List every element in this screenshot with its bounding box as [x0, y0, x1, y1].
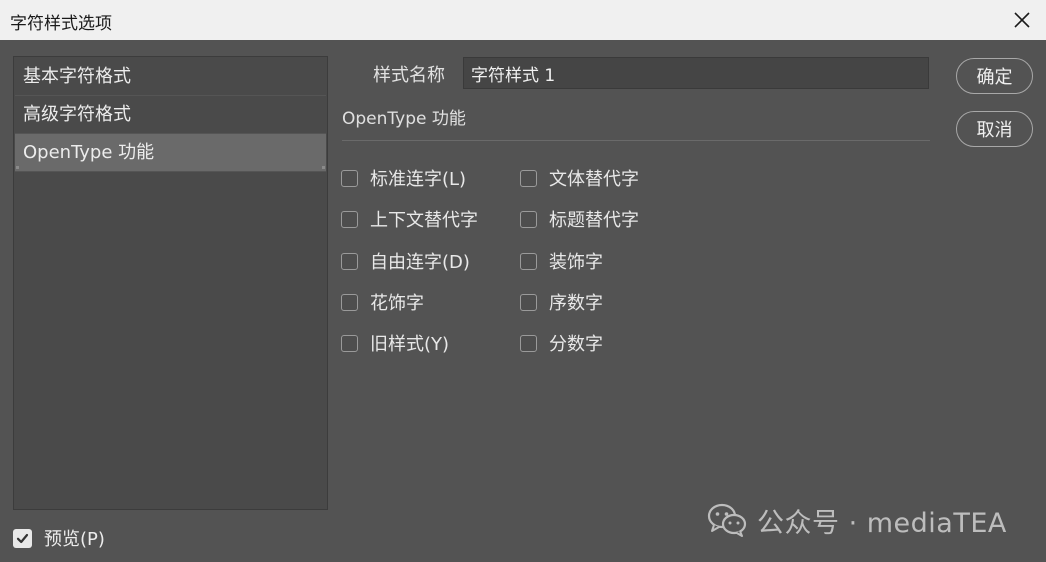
sidebar-item-label: 高级字符格式	[23, 104, 131, 125]
watermark-text: 公众号 · mediaTEA	[757, 507, 1007, 539]
option-fractions[interactable]: 分数字	[520, 331, 603, 355]
option-contextual-alternates[interactable]: 上下文替代字	[341, 207, 478, 231]
option-label: 标题替代字	[549, 210, 639, 231]
option-label: 文体替代字	[549, 169, 639, 190]
option-label: 花饰字	[370, 293, 424, 314]
style-name-label: 样式名称	[373, 65, 445, 86]
ok-button[interactable]: 确定	[956, 58, 1033, 94]
close-icon	[1014, 12, 1030, 28]
checkbox[interactable]	[341, 334, 358, 352]
checkbox[interactable]	[341, 293, 358, 311]
preview-toggle[interactable]: 预览(P)	[13, 526, 105, 550]
checkbox[interactable]	[520, 252, 537, 270]
option-label: 标准连字(L)	[370, 169, 467, 190]
checkbox[interactable]	[341, 169, 358, 187]
option-label: 上下文替代字	[370, 210, 478, 231]
window-title: 字符样式选项	[10, 14, 112, 34]
checkbox[interactable]	[520, 293, 537, 311]
option-standard-ligatures[interactable]: 标准连字(L)	[341, 166, 466, 190]
option-label: 自由连字(D)	[370, 252, 470, 273]
option-oldstyle[interactable]: 旧样式(Y)	[341, 331, 449, 355]
preview-label: 预览(P)	[44, 529, 105, 550]
section-title: OpenType 功能	[342, 109, 466, 129]
sidebar-item-opentype-features[interactable]: OpenType 功能	[15, 134, 326, 172]
category-list: 基本字符格式 高级字符格式 OpenType 功能	[13, 56, 328, 510]
checkbox-checked[interactable]	[13, 528, 32, 548]
checkbox[interactable]	[520, 210, 537, 228]
option-titling-alternates[interactable]: 标题替代字	[520, 207, 639, 231]
resize-grip	[16, 166, 19, 169]
option-discretionary-ligatures[interactable]: 自由连字(D)	[341, 249, 470, 273]
sidebar-item-basic-character-formats[interactable]: 基本字符格式	[15, 58, 326, 96]
watermark: 公众号 · mediaTEA	[707, 500, 1007, 540]
checkbox[interactable]	[520, 169, 537, 187]
resize-grip	[322, 166, 325, 169]
checkbox[interactable]	[341, 252, 358, 270]
checkbox[interactable]	[520, 334, 537, 352]
option-label: 装饰字	[549, 252, 603, 273]
style-name-input[interactable]	[463, 57, 929, 89]
sidebar-item-label: OpenType 功能	[23, 142, 155, 163]
option-stylistic-alternates[interactable]: 文体替代字	[520, 166, 639, 190]
option-label: 序数字	[549, 293, 603, 314]
checkmark-icon	[16, 533, 29, 543]
sidebar-item-label: 基本字符格式	[23, 66, 131, 87]
wechat-icon	[707, 503, 747, 537]
close-button[interactable]	[1006, 4, 1038, 36]
cancel-button[interactable]: 取消	[956, 111, 1033, 147]
option-swash[interactable]: 花饰字	[341, 290, 424, 314]
option-ordinals[interactable]: 序数字	[520, 290, 603, 314]
divider	[342, 140, 930, 141]
sidebar-item-advanced-character-formats[interactable]: 高级字符格式	[15, 96, 326, 134]
title-bar: 字符样式选项	[0, 0, 1046, 40]
option-ornaments[interactable]: 装饰字	[520, 249, 603, 273]
option-label: 旧样式(Y)	[370, 334, 450, 355]
option-label: 分数字	[549, 334, 603, 355]
checkbox[interactable]	[341, 210, 358, 228]
